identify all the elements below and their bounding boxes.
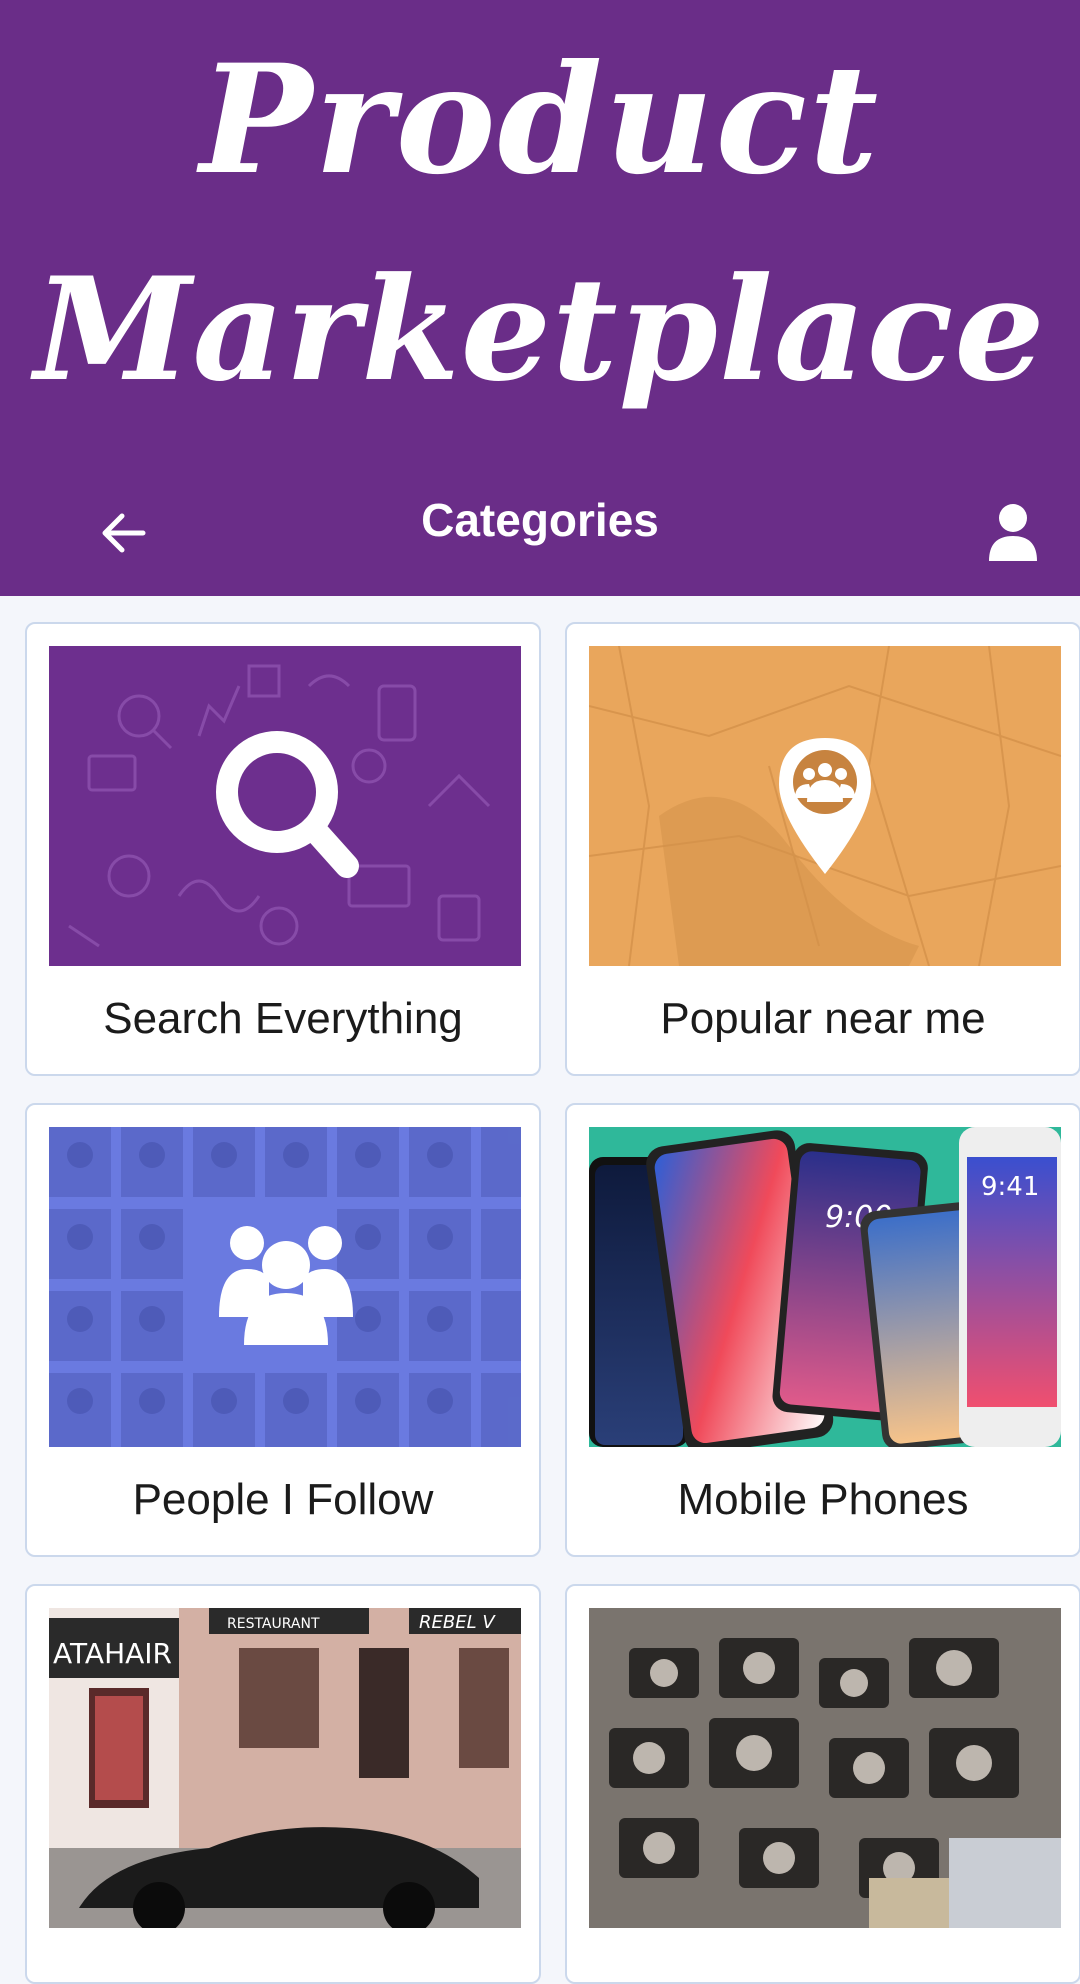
page-title: Categories	[421, 494, 659, 546]
person-icon	[989, 504, 1037, 561]
category-card-people-i-follow[interactable]: People I Follow	[25, 1103, 541, 1557]
category-label: People I Follow	[132, 1475, 434, 1524]
category-card-popular-near-me[interactable]: Popular near me	[565, 622, 1080, 1076]
people-group-icon	[219, 1226, 353, 1345]
street-car-image: ATAHAIR RESTAURANT REBEL V	[49, 1608, 521, 1928]
promo-title-line-2: Marketplace	[34, 247, 1046, 413]
search-everything-image	[49, 646, 521, 966]
category-label: Mobile Phones	[677, 1475, 969, 1524]
promo-banner: Product Marketplace	[0, 0, 1080, 470]
app-bar: Categories	[0, 470, 1080, 596]
category-label	[27, 1936, 539, 1982]
category-card-mobile-phones[interactable]: 9:00 9:41 Mobile Phones	[565, 1103, 1080, 1557]
category-label: Search Everything	[103, 994, 463, 1043]
promo-title-line-1: Product	[199, 32, 881, 208]
rebel-sign-text: REBEL V	[419, 1612, 496, 1633]
mobile-phones-image: 9:00 9:41	[589, 1127, 1061, 1447]
store-sign-text: ATAHAIR	[53, 1637, 172, 1670]
category-card-search-everything[interactable]: Search Everything	[25, 622, 541, 1076]
vintage-cameras-image	[589, 1608, 1061, 1928]
restaurant-sign-text: RESTAURANT	[227, 1616, 320, 1632]
phone-clock-text-2: 9:41	[981, 1172, 1039, 1202]
popular-near-me-image	[589, 646, 1061, 966]
profile-button[interactable]	[970, 490, 1056, 576]
category-label: Popular near me	[660, 994, 986, 1043]
category-card-cameras[interactable]	[565, 1584, 1080, 1984]
category-card-cars[interactable]: ATAHAIR RESTAURANT REBEL V	[25, 1584, 541, 1984]
category-label	[567, 1936, 1079, 1982]
people-i-follow-image	[49, 1127, 521, 1447]
